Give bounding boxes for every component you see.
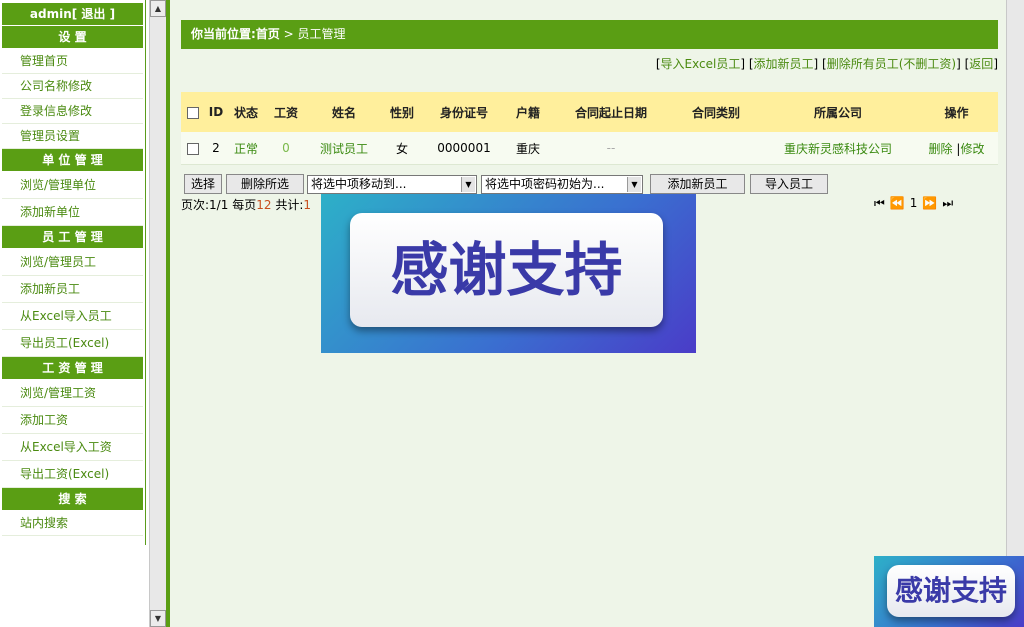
sidebar-item-login-info[interactable]: 登录信息修改 [2,99,143,124]
move-to-select-value: 将选中项移动到... [311,177,407,191]
page-info: 页次:1/1 每页12 共计:1 [181,196,311,213]
section-salary: 工 资 管 理 [2,357,143,380]
sidebar-item-admin-home[interactable]: 管理首页 [2,49,143,74]
col-salary: 工资 [265,92,307,132]
select-all-checkbox[interactable] [187,106,199,119]
top-links: [导入Excel员工] [添加新员工] [删除所有员工(不删工资)] [返回] [655,57,998,71]
thanks-banner-small-text: 感谢支持 [887,565,1015,617]
col-huji: 户籍 [505,92,551,132]
cell-operation: 删除 |修改 [915,132,998,165]
cell-id: 2 [205,132,227,165]
section-search: 搜 索 [2,488,143,511]
page-scrollbar[interactable] [1006,0,1024,627]
select-button[interactable]: 选择 [184,174,222,194]
import-excel-link[interactable]: 导入Excel员工 [661,57,741,71]
table-header-row: ID 状态 工资 姓名 性别 身份证号 户籍 合同起止日期 合同类别 所属公司 … [181,92,998,132]
sidebar-item-browse-employees[interactable]: 浏览/管理员工 [2,249,143,276]
sidebar-item-export-salary[interactable]: 导出工资(Excel) [2,461,143,488]
sidebar-item-add-salary[interactable]: 添加工资 [2,407,143,434]
sidebar-item-import-salary[interactable]: 从Excel导入工资 [2,434,143,461]
sidebar-item-add-employee[interactable]: 添加新员工 [2,276,143,303]
thanks-banner-text: 感谢支持 [350,213,663,327]
import-employee-button[interactable]: 导入员工 [750,174,828,194]
section-units: 单 位 管 理 [2,149,143,172]
prev-page-icon[interactable]: ⏪ [890,196,906,210]
col-operation: 操作 [915,92,998,132]
first-page-icon[interactable]: ⏮ [874,196,886,210]
chevron-down-icon: ▼ [627,177,641,192]
delete-selected-button[interactable]: 删除所选 [226,174,304,194]
thanks-banner: 感谢支持 [321,194,696,353]
row-checkbox-cell [181,132,205,165]
scroll-down-arrow-icon[interactable]: ▼ [150,610,166,627]
page-info-perpage-label: 每页 [232,198,257,212]
col-contract-dates: 合同起止日期 [551,92,671,132]
sidebar-item-site-search[interactable]: 站内搜索 [2,511,143,536]
delete-link[interactable]: 删除 [929,142,953,156]
add-employee-button[interactable]: 添加新员工 [650,174,745,194]
sidebar-item-browse-salary[interactable]: 浏览/管理工资 [2,380,143,407]
col-name: 姓名 [307,92,381,132]
page-info-total-label: 共计: [275,198,304,212]
sidebar-item-import-employees[interactable]: 从Excel导入员工 [2,303,143,330]
breadcrumb-separator: > [279,27,298,41]
cell-salary: 0 [265,132,307,165]
chevron-down-icon: ▼ [461,177,475,192]
cell-gender: 女 [381,132,423,165]
employee-table: ID 状态 工资 姓名 性别 身份证号 户籍 合同起止日期 合同类别 所属公司 … [181,92,998,165]
sidebar-item-browse-units[interactable]: 浏览/管理单位 [2,172,143,199]
edit-link[interactable]: 修改 [960,142,984,156]
row-checkbox[interactable] [187,142,199,155]
col-id: ID [205,92,227,132]
cell-status: 正常 [227,132,265,165]
sidebar-item-admin-settings[interactable]: 管理员设置 [2,124,143,149]
cell-name[interactable]: 测试员工 [307,132,381,165]
current-page: 1 [909,196,919,210]
breadcrumb-label[interactable]: 你当前位置:首页 [191,27,280,41]
section-employees: 员 工 管 理 [2,226,143,249]
cell-huji: 重庆 [505,132,551,165]
table-row: 2 正常 0 测试员工 女 0000001 重庆 -- 重庆新灵感科技公司 删除… [181,132,998,165]
col-company: 所属公司 [761,92,915,132]
delete-all-employees-link[interactable]: 删除所有员工(不删工资) [827,57,956,71]
user-logout-link[interactable]: admin[ 退出 ] [2,3,143,26]
cell-company[interactable]: 重庆新灵感科技公司 [761,132,915,165]
cell-contract-dates: -- [551,132,671,165]
last-page-icon[interactable]: ⏭ [942,196,954,210]
breadcrumb: 你当前位置:首页 > 员工管理 [181,20,998,49]
page-info-page: 1/1 [209,198,229,212]
col-gender: 性别 [381,92,423,132]
pager: ⏮ ⏪ 1 ⏩ ⏭ [872,196,956,211]
page-info-label: 页次: [181,198,210,212]
reset-password-select[interactable]: 将选中项密码初始为... ▼ [481,175,643,194]
sidebar: admin[ 退出 ] 设 置 管理首页 公司名称修改 登录信息修改 管理员设置… [0,0,146,545]
sidebar-item-add-unit[interactable]: 添加新单位 [2,199,143,226]
col-idcard: 身份证号 [423,92,505,132]
col-status: 状态 [227,92,265,132]
col-contract-type: 合同类别 [671,92,761,132]
back-link[interactable]: 返回 [969,57,993,71]
scroll-up-arrow-icon[interactable]: ▲ [150,0,166,17]
reset-password-select-value: 将选中项密码初始为... [485,177,605,191]
cell-idcard: 0000001 [423,132,505,165]
sidebar-item-export-employees[interactable]: 导出员工(Excel) [2,330,143,357]
section-settings: 设 置 [2,26,143,49]
breadcrumb-current: 员工管理 [297,27,346,41]
select-all-checkbox-cell [181,92,205,132]
sidebar-scrollbar[interactable]: ▲ ▼ [149,0,166,627]
cell-contract-type [671,132,761,165]
page-info-total: 1 [303,198,311,212]
add-employee-link[interactable]: 添加新员工 [754,57,814,71]
next-page-icon[interactable]: ⏩ [922,196,938,210]
thanks-banner-small[interactable]: 感谢支持 [874,556,1024,627]
sidebar-item-company-name[interactable]: 公司名称修改 [2,74,143,99]
page-info-perpage: 12 [256,198,272,212]
move-to-select[interactable]: 将选中项移动到... ▼ [307,175,477,194]
